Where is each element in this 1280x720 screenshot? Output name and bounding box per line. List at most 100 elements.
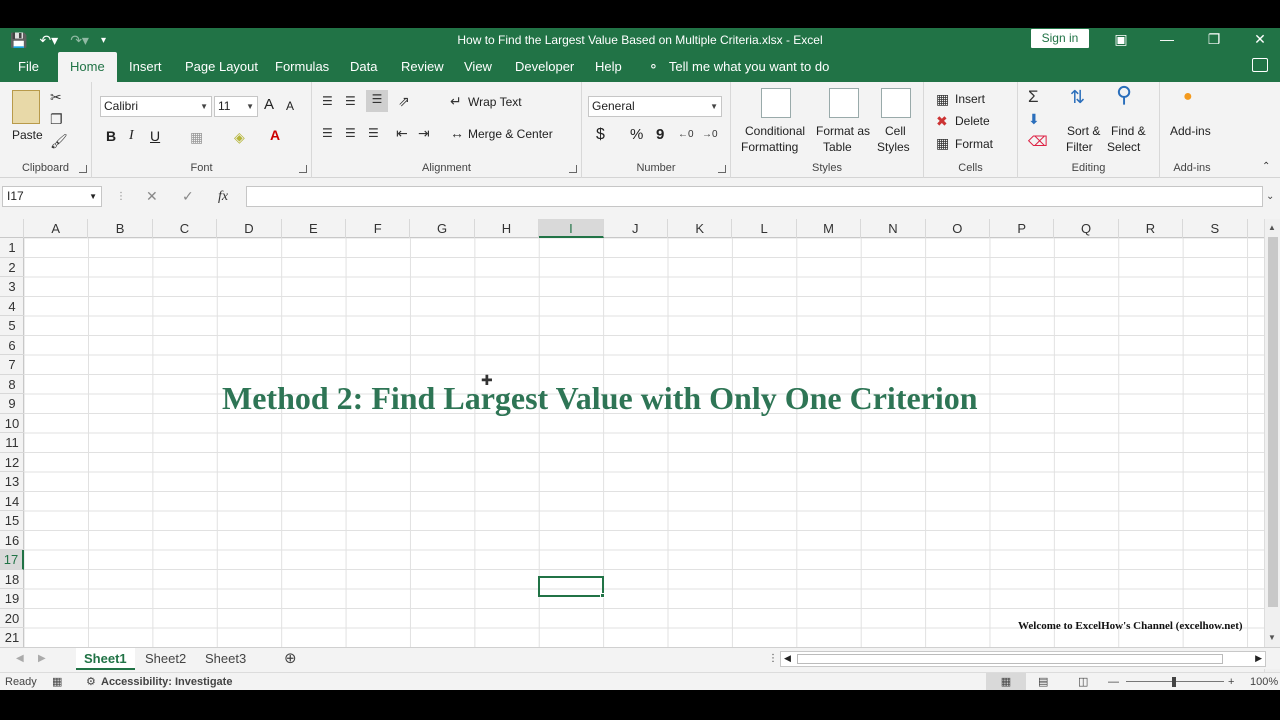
font-color-icon[interactable]: A <box>270 126 280 144</box>
cell-styles-icon[interactable] <box>881 88 911 118</box>
cancel-entry-icon[interactable]: ✕ <box>146 186 158 207</box>
align-middle-icon[interactable]: ☰ <box>345 92 356 110</box>
formula-input[interactable] <box>246 186 1263 207</box>
column-header[interactable]: O <box>926 219 990 238</box>
font-size-box[interactable]: 11 ▼ <box>214 96 258 117</box>
column-header[interactable]: R <box>1119 219 1184 238</box>
column-header[interactable]: H <box>475 219 540 238</box>
column-header[interactable]: K <box>668 219 733 238</box>
cut-icon[interactable]: ✂ <box>50 88 62 106</box>
find-select-label-2[interactable]: Select <box>1107 140 1140 154</box>
macro-record-icon[interactable]: ▦ <box>52 673 62 690</box>
insert-cells-button[interactable]: Insert <box>955 92 985 106</box>
underline-button[interactable]: U <box>150 128 160 144</box>
zoom-out-icon[interactable]: — <box>1108 673 1119 690</box>
font-dropdown-icon[interactable]: ▼ <box>200 97 208 116</box>
column-header[interactable]: P <box>990 219 1055 238</box>
column-header[interactable]: L <box>732 219 797 238</box>
tab-file[interactable]: File <box>18 52 39 82</box>
restore-icon[interactable]: ❐ <box>1199 28 1229 52</box>
cells-area[interactable] <box>24 238 1264 647</box>
bold-button[interactable]: B <box>106 128 116 144</box>
column-header[interactable]: C <box>153 219 218 238</box>
ribbon-display-icon[interactable]: ▣ <box>1106 28 1136 52</box>
row-header[interactable]: 13 <box>0 472 24 492</box>
fill-color-icon[interactable]: ◈ <box>234 128 245 146</box>
column-header[interactable]: E <box>282 219 346 238</box>
format-as-table-icon[interactable] <box>829 88 859 118</box>
scroll-up-icon[interactable]: ▲ <box>1268 223 1276 232</box>
prev-sheet-icon[interactable]: ◀ <box>8 648 32 670</box>
sort-filter-icon[interactable]: ⇅ <box>1070 88 1085 106</box>
insert-function-icon[interactable]: fx <box>218 186 228 207</box>
font-size-dropdown-icon[interactable]: ▼ <box>246 97 254 116</box>
column-header[interactable]: M <box>797 219 862 238</box>
italic-button[interactable]: I <box>129 128 134 144</box>
row-header[interactable]: 16 <box>0 531 24 550</box>
comma-button[interactable]: 9 <box>656 126 664 143</box>
worksheet-grid[interactable]: ABCDEFGHIJKLMNOPQRS 1 2 3 4 5 6 7 8 9 10 11 12 13 14 1… <box>0 219 1280 648</box>
find-select-icon[interactable]: ⚲ <box>1116 84 1132 106</box>
align-right-icon[interactable]: ☰ <box>368 124 379 142</box>
addins-icon[interactable]: ● <box>1183 88 1193 106</box>
row-header[interactable]: 19 <box>0 589 24 609</box>
row-header[interactable]: 1 <box>0 238 24 258</box>
tab-home[interactable]: Home <box>58 52 117 82</box>
zoom-slider-thumb[interactable] <box>1172 677 1176 687</box>
new-sheet-icon[interactable]: ⊕ <box>276 648 305 670</box>
clear-icon[interactable]: ⌫ <box>1028 132 1048 150</box>
align-center-icon[interactable]: ☰ <box>345 124 356 142</box>
format-as-table-label-2[interactable]: Table <box>823 140 852 154</box>
row-header[interactable]: 6 <box>0 336 24 355</box>
insert-cells-icon[interactable]: ▦ <box>936 90 949 108</box>
conditional-formatting-icon[interactable] <box>761 88 791 118</box>
sheet-tab-sheet3[interactable]: Sheet3 <box>197 648 254 670</box>
expand-formula-icon[interactable]: ⌄ <box>1266 186 1274 207</box>
conditional-formatting-label-1[interactable]: Conditional <box>745 124 805 138</box>
zoom-in-icon[interactable]: + <box>1228 673 1234 690</box>
row-header[interactable]: 15 <box>0 511 24 531</box>
alignment-launcher-icon[interactable] <box>569 165 577 173</box>
wrap-text-button[interactable]: Wrap Text <box>468 95 522 109</box>
accessibility-status[interactable]: Accessibility: Investigate <box>101 673 232 690</box>
close-icon[interactable]: ✕ <box>1245 28 1275 52</box>
row-header[interactable]: 7 <box>0 355 24 375</box>
autosum-icon[interactable]: Σ <box>1028 88 1039 106</box>
scroll-down-icon[interactable]: ▼ <box>1268 633 1276 642</box>
column-header[interactable]: B <box>88 219 153 238</box>
name-box[interactable]: I17 ▼ <box>2 186 102 207</box>
sort-filter-label-2[interactable]: Filter <box>1066 140 1093 154</box>
find-select-label-1[interactable]: Find & <box>1111 124 1146 138</box>
row-header[interactable]: 14 <box>0 492 24 511</box>
shrink-font-icon[interactable]: A <box>286 99 294 113</box>
align-left-icon[interactable]: ☰ <box>322 124 333 142</box>
format-as-table-label-1[interactable]: Format as <box>816 124 870 138</box>
zoom-level[interactable]: 100% <box>1250 673 1278 690</box>
tab-formulas[interactable]: Formulas <box>275 52 329 82</box>
addins-button[interactable]: Add-ins <box>1170 124 1211 138</box>
row-header[interactable]: 17 <box>0 550 24 570</box>
scroll-left-icon[interactable]: ◀ <box>784 653 791 664</box>
fill-icon[interactable]: ⬇ <box>1028 110 1040 128</box>
number-launcher-icon[interactable] <box>718 165 726 173</box>
merge-center-button[interactable]: Merge & Center <box>468 127 553 141</box>
increase-decimal-icon[interactable]: ←0 <box>678 126 694 144</box>
tell-me-search[interactable]: ⚬ Tell me what you want to do <box>648 52 829 82</box>
merge-center-icon[interactable]: ↔ <box>450 124 464 142</box>
conditional-formatting-label-2[interactable]: Formatting <box>741 140 798 154</box>
percent-button[interactable]: % <box>630 126 643 143</box>
font-name-box[interactable]: Calibri ▼ <box>100 96 212 117</box>
tab-help[interactable]: Help <box>595 52 622 82</box>
row-header[interactable]: 5 <box>0 316 24 336</box>
column-header[interactable]: I <box>539 219 604 238</box>
number-format-dropdown-icon[interactable]: ▼ <box>710 97 718 116</box>
wrap-text-icon[interactable]: ↵ <box>450 92 462 110</box>
delete-cells-icon[interactable]: ✖ <box>936 112 948 130</box>
orientation-icon[interactable]: ⇗ <box>398 92 410 110</box>
tab-data[interactable]: Data <box>350 52 377 82</box>
tab-review[interactable]: Review <box>401 52 444 82</box>
decrease-decimal-icon[interactable]: →0 <box>702 126 718 144</box>
accessibility-icon[interactable]: ⚙ <box>86 673 96 690</box>
tab-insert[interactable]: Insert <box>129 52 162 82</box>
paste-label[interactable]: Paste <box>12 128 43 142</box>
